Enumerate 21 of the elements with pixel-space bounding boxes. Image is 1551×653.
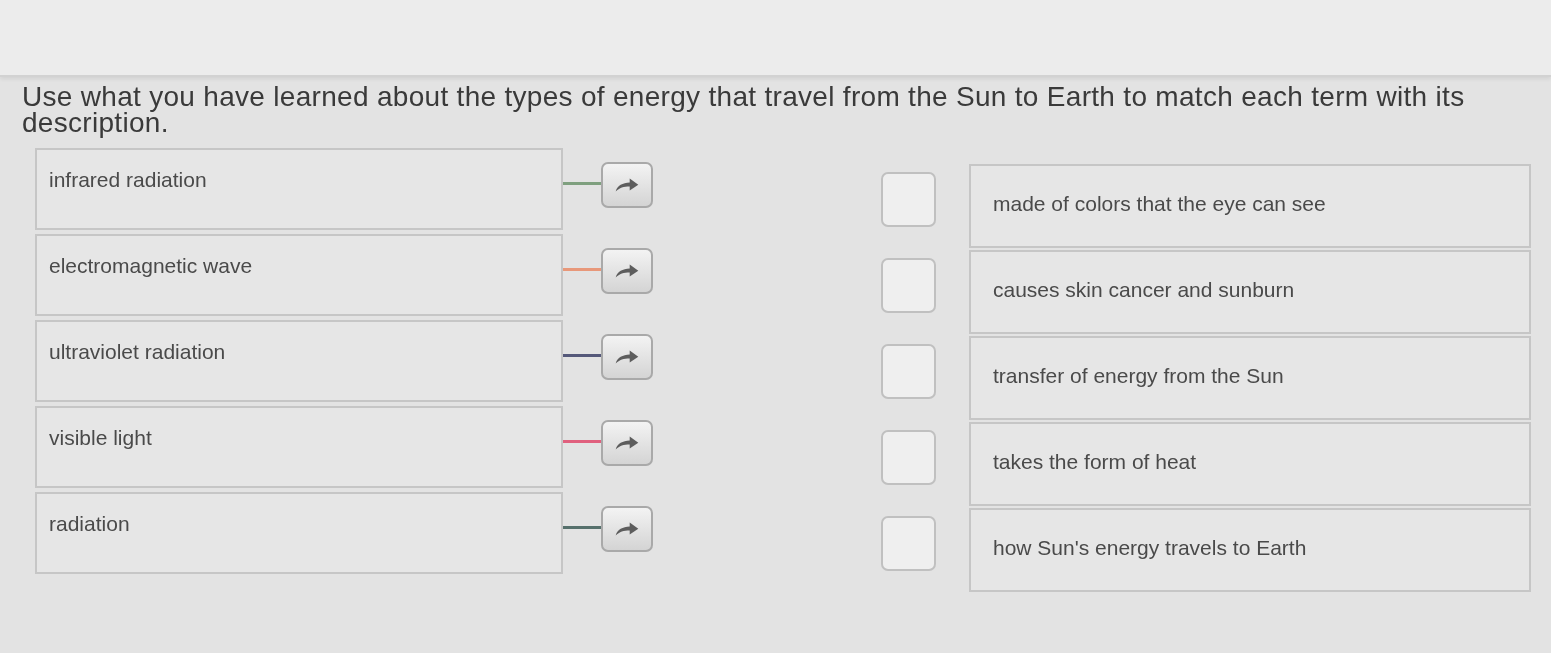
description-card: how Sun's energy travels to Earth <box>969 508 1531 592</box>
term-card: visible light <box>35 406 563 488</box>
curved-arrow-icon <box>615 350 639 364</box>
description-card: causes skin cancer and sunburn <box>969 250 1531 334</box>
description-card: takes the form of heat <box>969 422 1531 506</box>
curved-arrow-icon <box>615 264 639 278</box>
curved-arrow-icon <box>615 178 639 192</box>
term-card: ultraviolet radiation <box>35 320 563 402</box>
term-card: radiation <box>35 492 563 574</box>
arrow-button[interactable] <box>601 506 653 552</box>
term-card: infrared radiation <box>35 148 563 230</box>
arrow-button[interactable] <box>601 162 653 208</box>
arrow-button[interactable] <box>601 334 653 380</box>
curved-arrow-icon <box>615 436 639 450</box>
description-card: made of colors that the eye can see <box>969 164 1531 248</box>
term-card: electromagnetic wave <box>35 234 563 316</box>
instructions-text: Use what you have learned about the types of energy that travel from the Sun to Earth to match each term with its description. <box>22 84 1466 136</box>
curved-arrow-icon <box>615 522 639 536</box>
arrow-button[interactable] <box>601 248 653 294</box>
arrow-button[interactable] <box>601 420 653 466</box>
description-card: transfer of energy from the Sun <box>969 336 1531 420</box>
